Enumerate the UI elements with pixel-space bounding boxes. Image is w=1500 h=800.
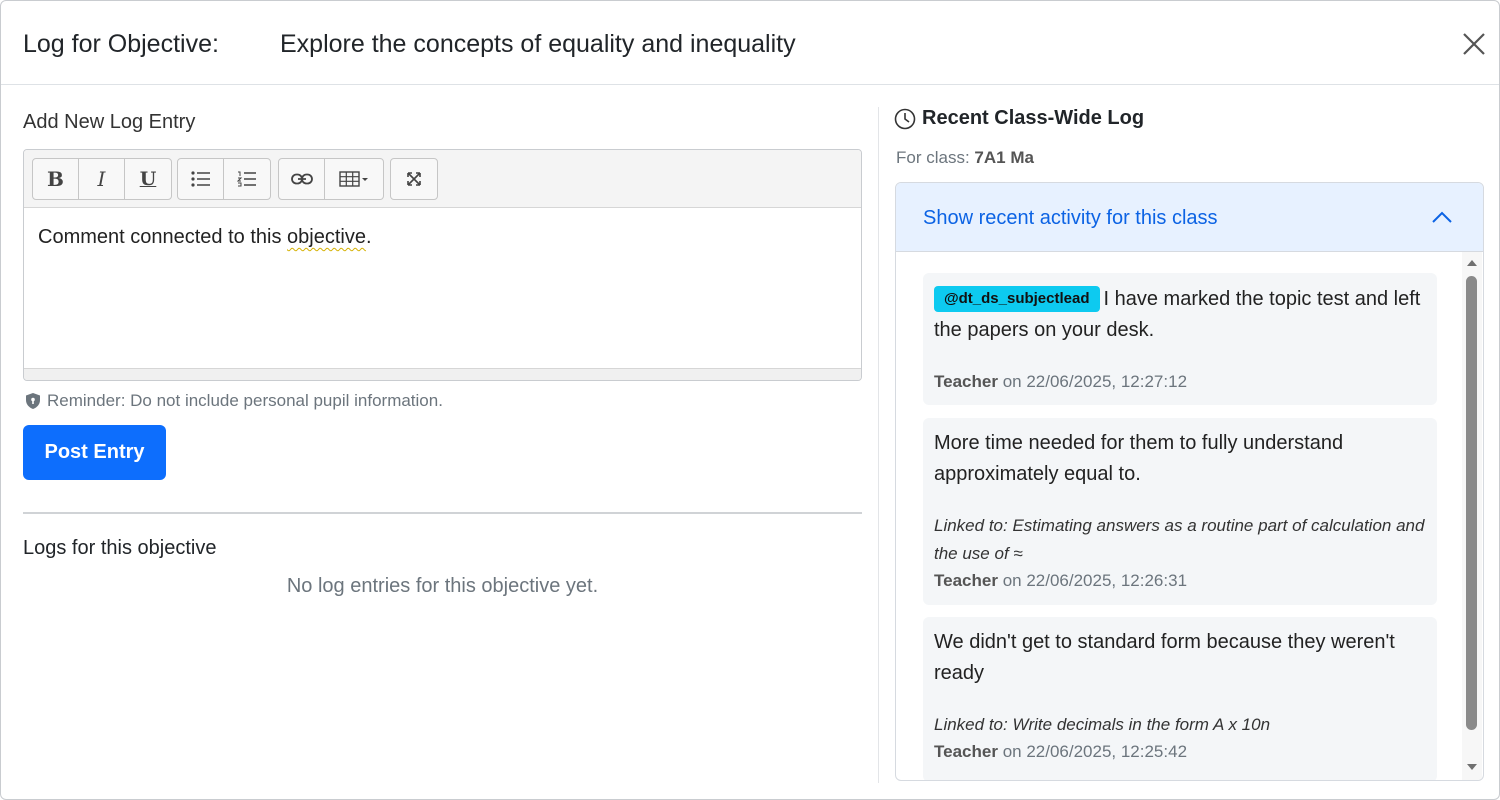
close-icon <box>1463 33 1485 55</box>
recent-log-heading: Recent Class-Wide Log <box>894 107 1144 130</box>
editor-text: Comment connected to this <box>38 226 288 248</box>
logs-heading: Logs for this objective <box>23 537 217 559</box>
bulleted-list-button[interactable] <box>178 159 224 199</box>
for-class-label: For class: 7A1 Ma <box>896 148 1034 168</box>
recent-log-title: Recent Class-Wide Log <box>922 107 1145 129</box>
list-group <box>177 158 271 200</box>
entry-timestamp: on 22/06/2025, 12:25:42 <box>1002 742 1188 761</box>
chevron-up-icon <box>1432 211 1452 223</box>
fullscreen-icon <box>407 172 421 186</box>
numbered-list-button[interactable] <box>224 159 270 199</box>
entry-author: Teacher <box>934 742 998 761</box>
scrollbar-thumb[interactable] <box>1466 276 1477 730</box>
post-entry-button[interactable]: Post Entry <box>23 425 166 480</box>
shield-icon <box>26 393 40 409</box>
entry-meta: Teacher on 22/06/2025, 12:25:42 <box>934 742 1187 762</box>
format-group: B I U <box>32 158 172 200</box>
clock-icon <box>894 108 916 129</box>
entry-author: Teacher <box>934 571 998 590</box>
section-divider <box>23 512 862 514</box>
entry-timestamp: on 22/06/2025, 12:27:12 <box>1002 372 1188 391</box>
bold-button[interactable]: B <box>33 159 79 199</box>
editor-text-end: . <box>365 226 372 248</box>
accordion-label: Show recent activity for this class <box>923 207 1218 229</box>
privacy-reminder: Reminder: Do not include personal pupil … <box>25 391 443 411</box>
reminder-text: Reminder: Do not include personal pupil … <box>47 391 443 410</box>
accordion-toggle[interactable]: Show recent activity for this class <box>896 183 1483 252</box>
editor-toolbar: B I U <box>24 150 861 208</box>
scroll-down-arrow[interactable] <box>1467 764 1477 770</box>
bulleted-list-icon <box>190 171 210 187</box>
empty-logs-message: No log entries for this objective yet. <box>286 575 599 597</box>
editor-statusbar <box>24 368 861 380</box>
entry-text: @dt_ds_subjectlead I have marked the topi… <box>934 284 1429 346</box>
entry-author: Teacher <box>934 372 998 391</box>
recent-activity-accordion: Show recent activity for this class @dt_… <box>895 182 1484 781</box>
entry-linked-objective: Linked to: Estimating answers as a routi… <box>934 516 1425 563</box>
scroll-up-arrow[interactable] <box>1467 260 1477 266</box>
link-icon <box>290 173 313 185</box>
entry-linked-objective: Linked to: Write decimals in the form A … <box>934 715 1271 734</box>
log-modal: Log for Objective: Explore the concepts … <box>0 0 1500 800</box>
view-group <box>390 158 438 200</box>
modal-header: Log for Objective: Explore the concepts … <box>1 1 1499 85</box>
table-icon <box>339 171 368 187</box>
activity-entry: More time needed for them to fully under… <box>923 418 1437 605</box>
for-class-prefix: For class: <box>896 148 970 167</box>
underline-button[interactable]: U <box>125 159 171 199</box>
objective-title: Explore the concepts of equality and ine… <box>280 30 796 58</box>
entry-message: We didn't get to standard form because t… <box>934 631 1395 684</box>
activity-scrollbar[interactable] <box>1462 252 1482 780</box>
column-separator <box>878 107 879 783</box>
activity-list: @dt_ds_subjectlead I have marked the topi… <box>896 252 1483 780</box>
italic-button[interactable]: I <box>79 159 125 199</box>
table-button[interactable] <box>325 159 383 199</box>
numbered-list-icon <box>237 171 256 187</box>
class-name: 7A1 Ma <box>974 148 1034 167</box>
insert-group <box>278 158 384 200</box>
entry-meta: Teacher on 22/06/2025, 12:27:12 <box>934 372 1187 392</box>
activity-entry: @dt_ds_subjectlead I have marked the topi… <box>923 273 1437 405</box>
mention-badge[interactable]: @dt_ds_subjectlead <box>934 286 1100 312</box>
editor-text-misspelled: objective <box>287 226 366 248</box>
editor-content[interactable]: Comment connected to this objective. <box>24 208 861 368</box>
close-button[interactable] <box>1457 27 1491 61</box>
activity-entry: We didn't get to standard form because t… <box>923 617 1437 780</box>
modal-title-label: Log for Objective: <box>23 30 219 58</box>
entry-meta: Teacher on 22/06/2025, 12:26:31 <box>934 571 1187 591</box>
fullscreen-button[interactable] <box>391 159 437 199</box>
add-entry-heading: Add New Log Entry <box>23 111 196 133</box>
link-button[interactable] <box>279 159 325 199</box>
rich-text-editor: B I U Comment connected to this objectiv… <box>23 149 862 381</box>
entry-message: More time needed for them to fully under… <box>934 432 1344 485</box>
entry-timestamp: on 22/06/2025, 12:26:31 <box>1002 571 1188 590</box>
